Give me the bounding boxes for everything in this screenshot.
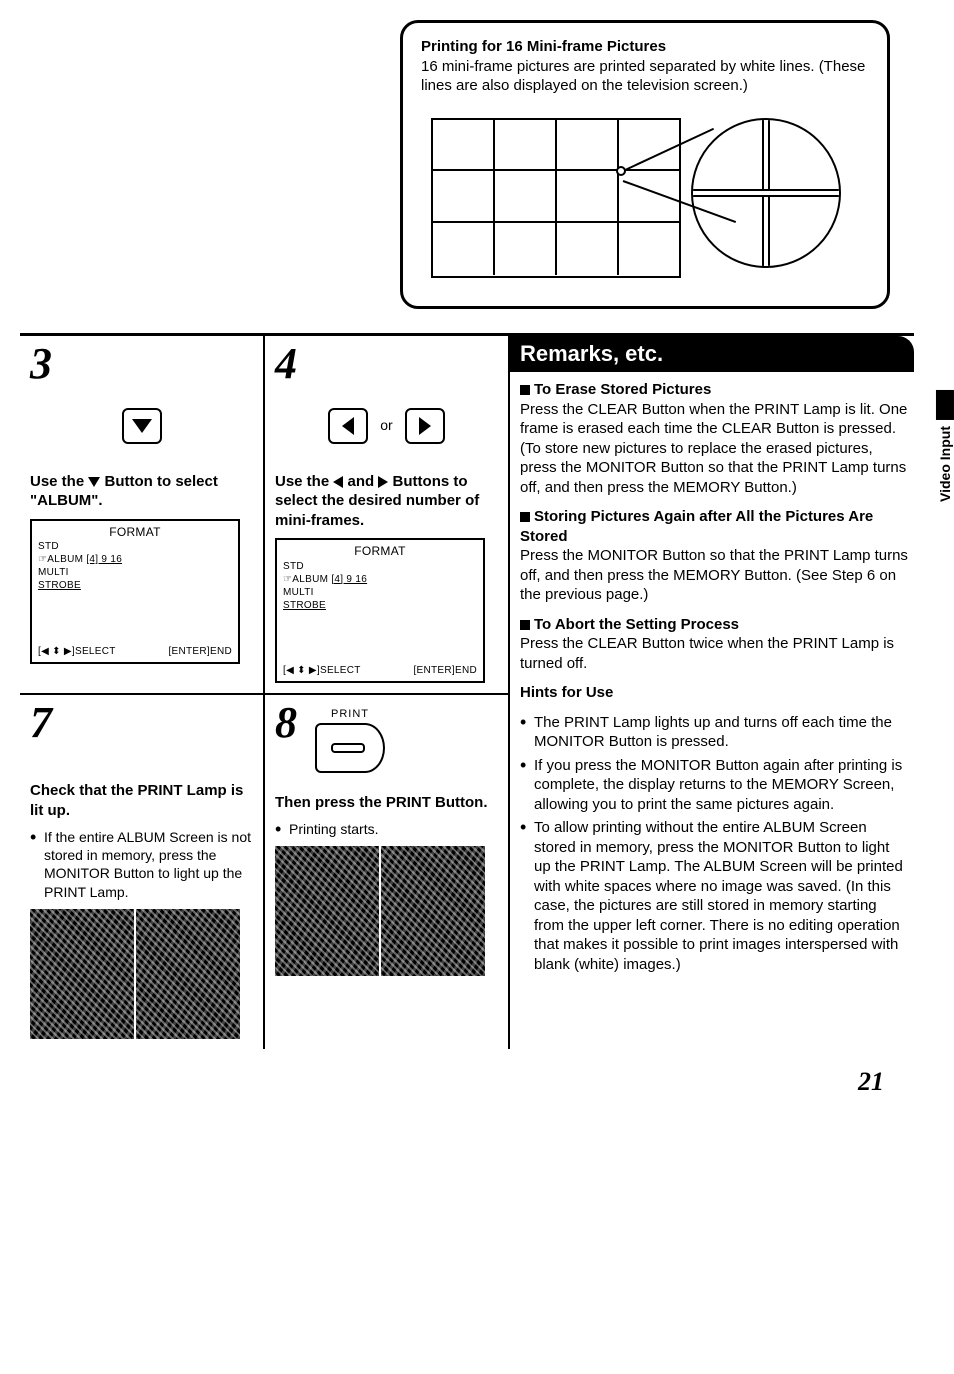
remark-body: Press the MONITOR Button so that the PRI…	[520, 547, 908, 603]
hint-item: If you press the MONITOR Button again af…	[520, 756, 908, 815]
zoom-circle-icon	[691, 118, 841, 268]
hints-list: The PRINT Lamp lights up and turns off e…	[520, 713, 908, 975]
step-number: 8	[275, 701, 297, 745]
album-screen-image	[30, 909, 240, 1039]
page-number: 21	[20, 1065, 914, 1099]
side-tab: Video Input	[936, 390, 954, 502]
hints-title: Hints for Use	[520, 683, 908, 703]
remarks-column: Remarks, etc. To Erase Stored Pictures P…	[510, 336, 914, 1049]
remark-title: To Abort the Setting Process	[534, 616, 739, 633]
step-number: 3	[30, 342, 253, 386]
square-bullet-icon	[520, 512, 530, 522]
step-4-text: Use the and Buttons to select the desire…	[275, 472, 498, 531]
square-bullet-icon	[520, 385, 530, 395]
side-tab-marker-icon	[936, 390, 954, 420]
callout-mini-frame: Printing for 16 Mini-frame Pictures 16 m…	[400, 20, 890, 309]
remark-body: Press the CLEAR Button when the PRINT La…	[520, 401, 907, 496]
left-button-icon	[328, 408, 368, 444]
callout-diagram	[421, 108, 861, 288]
left-triangle-icon	[333, 476, 343, 488]
grid-icon	[431, 118, 681, 278]
hint-item: The PRINT Lamp lights up and turns off e…	[520, 713, 908, 752]
right-button-icon	[405, 408, 445, 444]
remark-title: Storing Pictures Again after All the Pic…	[520, 508, 873, 545]
down-button-icon	[122, 408, 162, 444]
osd-screen: FORMAT STD ☞ALBUM [4] 9 16 MULTI STROBE …	[275, 538, 485, 683]
right-triangle-icon	[378, 476, 388, 488]
step-3-text: Use the Button to select "ALBUM".	[30, 472, 253, 511]
or-label: or	[380, 416, 392, 434]
step-number: 4	[275, 342, 498, 386]
step-7-sub: If the entire ALBUM Screen is not stored…	[30, 828, 253, 901]
step-8-sub: Printing starts.	[275, 820, 498, 838]
step-number: 7	[30, 701, 253, 745]
callout-title: Printing for 16 Mini-frame Pictures	[421, 37, 869, 57]
print-button-icon	[315, 723, 385, 773]
down-triangle-icon	[88, 477, 100, 487]
album-screen-image	[275, 846, 485, 976]
remarks-header: Remarks, etc.	[510, 336, 914, 373]
print-label: PRINT	[315, 707, 385, 721]
square-bullet-icon	[520, 620, 530, 630]
remark-body: Press the CLEAR Button twice when the PR…	[520, 635, 894, 672]
step-3: 3 Use the Button to select "ALBUM". FORM…	[20, 336, 265, 696]
side-tab-label: Video Input	[936, 426, 954, 502]
step-7-text: Check that the PRINT Lamp is lit up.	[30, 781, 253, 820]
callout-body: 16 mini-frame pictures are printed separ…	[421, 57, 869, 96]
step-8-text: Then press the PRINT Button.	[275, 793, 498, 813]
osd-screen: FORMAT STD ☞ALBUM [4] 9 16 MULTI STROBE …	[30, 519, 240, 664]
remark-title: To Erase Stored Pictures	[534, 381, 711, 398]
step-4: 4 or Use the and Buttons to select the d…	[265, 336, 510, 696]
step-7: 7 Check that the PRINT Lamp is lit up. I…	[20, 695, 265, 1049]
hint-item: To allow printing without the entire ALB…	[520, 818, 908, 974]
step-8: 8 PRINT Then press the PRINT Button. Pri…	[265, 695, 510, 1049]
